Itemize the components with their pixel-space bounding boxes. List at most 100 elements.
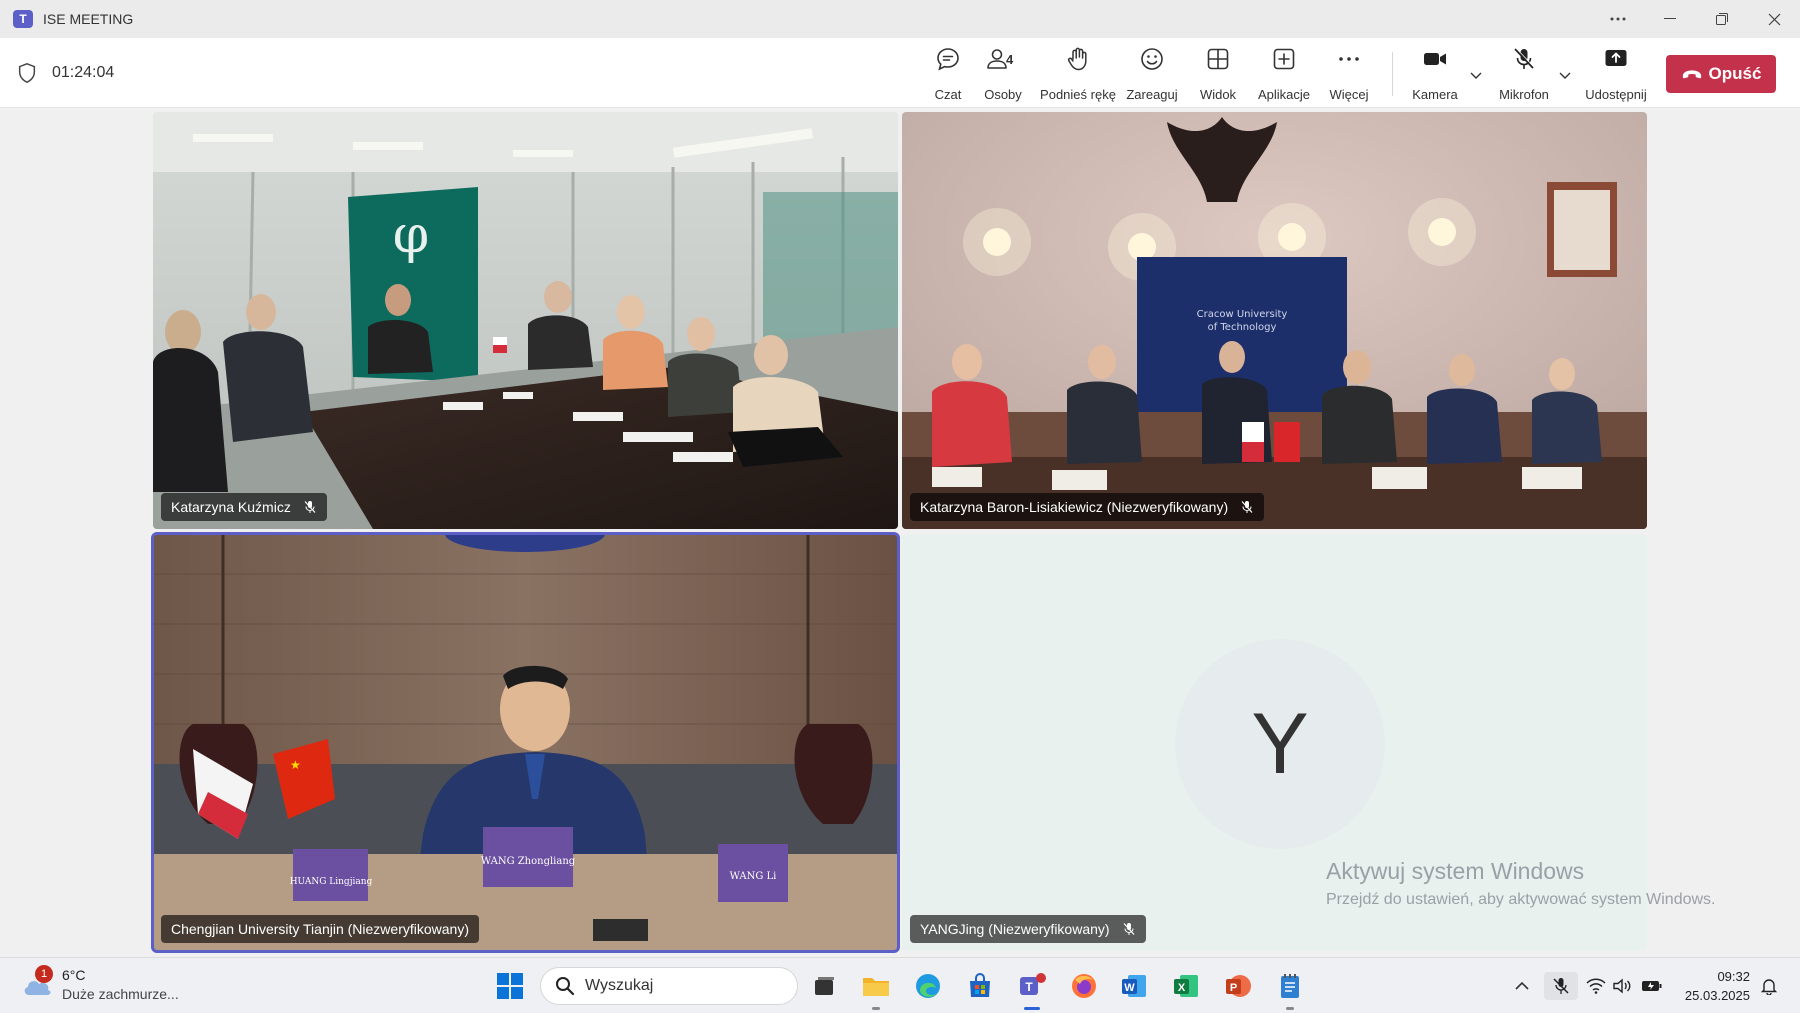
people-label: Osoby bbox=[984, 87, 1022, 102]
notepad-icon bbox=[1281, 974, 1299, 998]
more-options-button[interactable] bbox=[1592, 0, 1644, 38]
participant-tile-1[interactable]: φ Katarzyna Kuźmicz bbox=[153, 112, 898, 529]
leave-label: Opuść bbox=[1708, 64, 1762, 83]
network-button[interactable] bbox=[1584, 972, 1608, 1000]
search-input[interactable] bbox=[585, 977, 785, 995]
mic-off-icon bbox=[1514, 47, 1535, 69]
more-icon bbox=[1610, 17, 1626, 21]
restore-icon bbox=[1716, 13, 1728, 25]
mic-button[interactable]: Mikrofon bbox=[1495, 46, 1553, 102]
teams-icon: T bbox=[1020, 973, 1046, 995]
volume-button[interactable] bbox=[1610, 972, 1634, 1000]
leave-button[interactable]: Opuść bbox=[1666, 55, 1776, 93]
participant-tile-3[interactable]: ★ WANG Zhongliang HUANG Lingjiang WANG L… bbox=[151, 532, 900, 953]
file-explorer-button[interactable] bbox=[858, 968, 894, 1010]
word-icon: W bbox=[1122, 975, 1146, 997]
active-window-indicator bbox=[1024, 1007, 1040, 1010]
windows-taskbar: 1 6°C Duże zachmurze... T W X P bbox=[0, 957, 1800, 1013]
bell-icon bbox=[1760, 979, 1778, 995]
show-hidden-icons-button[interactable] bbox=[1510, 972, 1534, 1000]
more-label: Więcej bbox=[1329, 87, 1369, 102]
cloud-icon: 1 bbox=[20, 965, 56, 1003]
clock-date: 25.03.2025 bbox=[1684, 988, 1750, 1003]
chevron-up-icon bbox=[1515, 981, 1529, 990]
battery-button[interactable] bbox=[1638, 972, 1666, 1000]
camera-icon bbox=[1424, 53, 1446, 65]
speaker-icon bbox=[1613, 978, 1631, 994]
people-count: 4 bbox=[1006, 52, 1014, 67]
phone-hangup-icon bbox=[1682, 70, 1701, 79]
meeting-toolbar: 01:24:04 Czat 4 Osoby Podnieś rękę Zarea… bbox=[0, 38, 1800, 108]
teams-button[interactable]: T bbox=[1014, 968, 1050, 1010]
close-icon bbox=[1768, 13, 1780, 25]
camera-button[interactable]: Kamera bbox=[1410, 46, 1460, 102]
edge-button[interactable] bbox=[910, 968, 946, 1004]
tray-mic-muted-button[interactable] bbox=[1544, 972, 1578, 1000]
video-feed-university-hall: Cracow University of Technology bbox=[902, 112, 1647, 529]
notepad-button[interactable] bbox=[1272, 968, 1308, 1010]
svg-text:of Technology: of Technology bbox=[1208, 322, 1277, 333]
restore-button[interactable] bbox=[1696, 0, 1748, 38]
participant-name: Katarzyna Baron-Lisiakiewicz (Niezweryfi… bbox=[920, 499, 1229, 515]
window-controls bbox=[1592, 0, 1800, 38]
svg-text:X: X bbox=[1178, 982, 1186, 994]
apps-button[interactable]: Aplikacje bbox=[1253, 46, 1315, 102]
word-button[interactable]: W bbox=[1116, 968, 1152, 1004]
meeting-info[interactable]: 01:24:04 bbox=[16, 38, 114, 108]
chat-button[interactable]: Czat bbox=[921, 46, 975, 102]
weather-temperature: 6°C bbox=[62, 967, 86, 983]
close-button[interactable] bbox=[1748, 0, 1800, 38]
battery-charging-icon bbox=[1642, 981, 1662, 991]
task-view-button[interactable] bbox=[806, 968, 842, 1004]
svg-text:Cracow University: Cracow University bbox=[1197, 309, 1288, 320]
powerpoint-button[interactable]: P bbox=[1220, 968, 1256, 1004]
clock-time: 09:32 bbox=[1717, 969, 1750, 984]
people-button[interactable]: 4 Osoby bbox=[978, 46, 1028, 102]
teams-logo-icon: T bbox=[13, 10, 33, 28]
react-label: Zareaguj bbox=[1126, 87, 1178, 102]
camera-options-chevron-icon[interactable] bbox=[1469, 68, 1483, 82]
system-clock[interactable]: 09:32 25.03.2025 bbox=[1680, 967, 1750, 1005]
excel-button[interactable]: X bbox=[1168, 968, 1204, 1004]
mic-options-chevron-icon[interactable] bbox=[1558, 68, 1572, 82]
search-icon bbox=[556, 977, 575, 996]
participant-name: YANGJing (Niezweryfikowany) bbox=[920, 921, 1110, 937]
firefox-button[interactable] bbox=[1066, 968, 1102, 1004]
store-button[interactable] bbox=[962, 968, 998, 1004]
share-button[interactable]: Udostępnij bbox=[1584, 46, 1648, 102]
firefox-icon bbox=[1072, 974, 1096, 998]
video-stage: φ Katarzyna Kuźmicz Cracow University of… bbox=[0, 109, 1800, 957]
video-feed-speaker: ★ WANG Zhongliang HUANG Lingjiang WANG L… bbox=[153, 534, 898, 951]
shield-icon bbox=[18, 63, 36, 83]
view-button[interactable]: Widok bbox=[1194, 46, 1242, 102]
raise-hand-button[interactable]: Podnieś rękę bbox=[1038, 46, 1118, 102]
mic-label: Mikrofon bbox=[1499, 87, 1549, 102]
participant-name-tag: Katarzyna Kuźmicz bbox=[161, 493, 327, 521]
taskbar-search[interactable] bbox=[540, 967, 798, 1005]
grid-view-icon bbox=[1207, 48, 1229, 70]
meeting-timer: 01:24:04 bbox=[52, 64, 115, 81]
powerpoint-icon: P bbox=[1226, 975, 1251, 997]
weather-widget[interactable]: 1 6°C Duże zachmurze... bbox=[20, 965, 179, 1004]
share-label: Udostępnij bbox=[1585, 87, 1647, 102]
video-feed-conference-room: φ bbox=[153, 112, 898, 529]
participant-name-tag: Chengjian University Tianjin (Niezweryfi… bbox=[161, 915, 479, 943]
running-indicator bbox=[1286, 1007, 1294, 1010]
svg-text:φ: φ bbox=[393, 205, 429, 265]
start-button[interactable] bbox=[492, 968, 528, 1004]
more-button[interactable]: Więcej bbox=[1325, 46, 1373, 102]
weather-alert-badge: 1 bbox=[35, 965, 53, 983]
participant-tile-2[interactable]: Cracow University of Technology Katarzyn… bbox=[902, 112, 1647, 529]
task-view-icon bbox=[815, 977, 834, 995]
raise-hand-label: Podnieś rękę bbox=[1040, 87, 1116, 102]
notifications-button[interactable] bbox=[1756, 972, 1782, 1000]
wifi-icon bbox=[1586, 978, 1606, 994]
react-button[interactable]: Zareaguj bbox=[1124, 46, 1180, 102]
minimize-button[interactable] bbox=[1644, 0, 1696, 38]
svg-text:WANG Zhongliang: WANG Zhongliang bbox=[481, 856, 576, 867]
svg-text:P: P bbox=[1230, 982, 1237, 994]
weather-text: 6°C Duże zachmurze... bbox=[62, 966, 179, 1004]
activation-subtitle: Przejdź do ustawień, aby aktywować syste… bbox=[1326, 891, 1716, 908]
more-horizontal-icon bbox=[1339, 57, 1359, 61]
svg-text:T: T bbox=[1025, 980, 1033, 994]
